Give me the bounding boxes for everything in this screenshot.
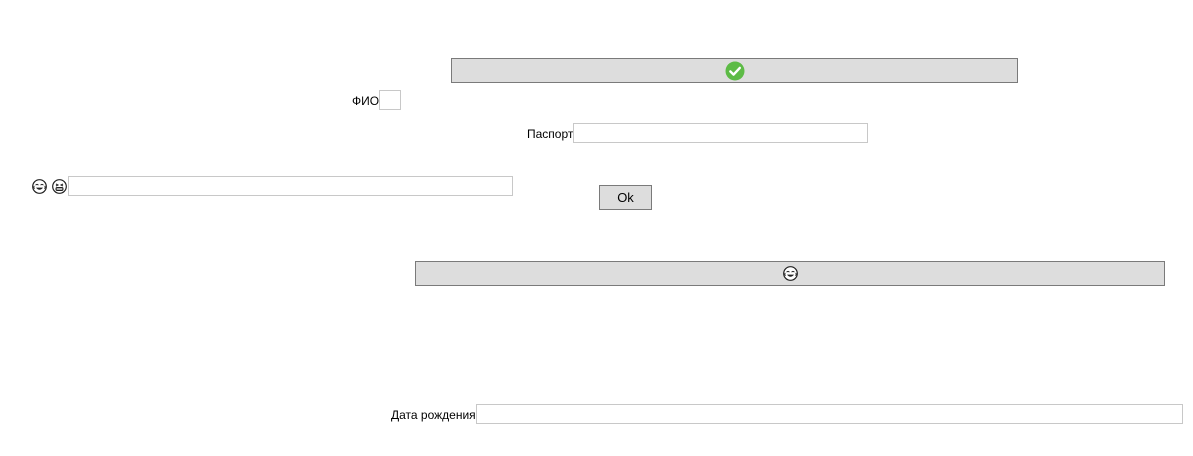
ok-button[interactable]: Ok [599,185,652,210]
top-check-button[interactable] [451,58,1018,83]
fio-input[interactable] [379,90,401,110]
fio-label: ФИО [352,94,380,108]
face-tears-of-joy-icon [32,179,47,194]
grinning-squinting-face-icon [52,179,67,194]
passport-label: Паспорт [527,127,574,141]
green-check-circle-icon [725,61,745,81]
birth-date-input[interactable] [476,404,1183,424]
face-tears-of-joy-icon [782,266,798,281]
emoji-input[interactable] [68,176,513,196]
birth-date-label: Дата рождения [391,408,476,422]
emoji-button[interactable] [415,261,1165,286]
passport-input[interactable] [573,123,868,143]
